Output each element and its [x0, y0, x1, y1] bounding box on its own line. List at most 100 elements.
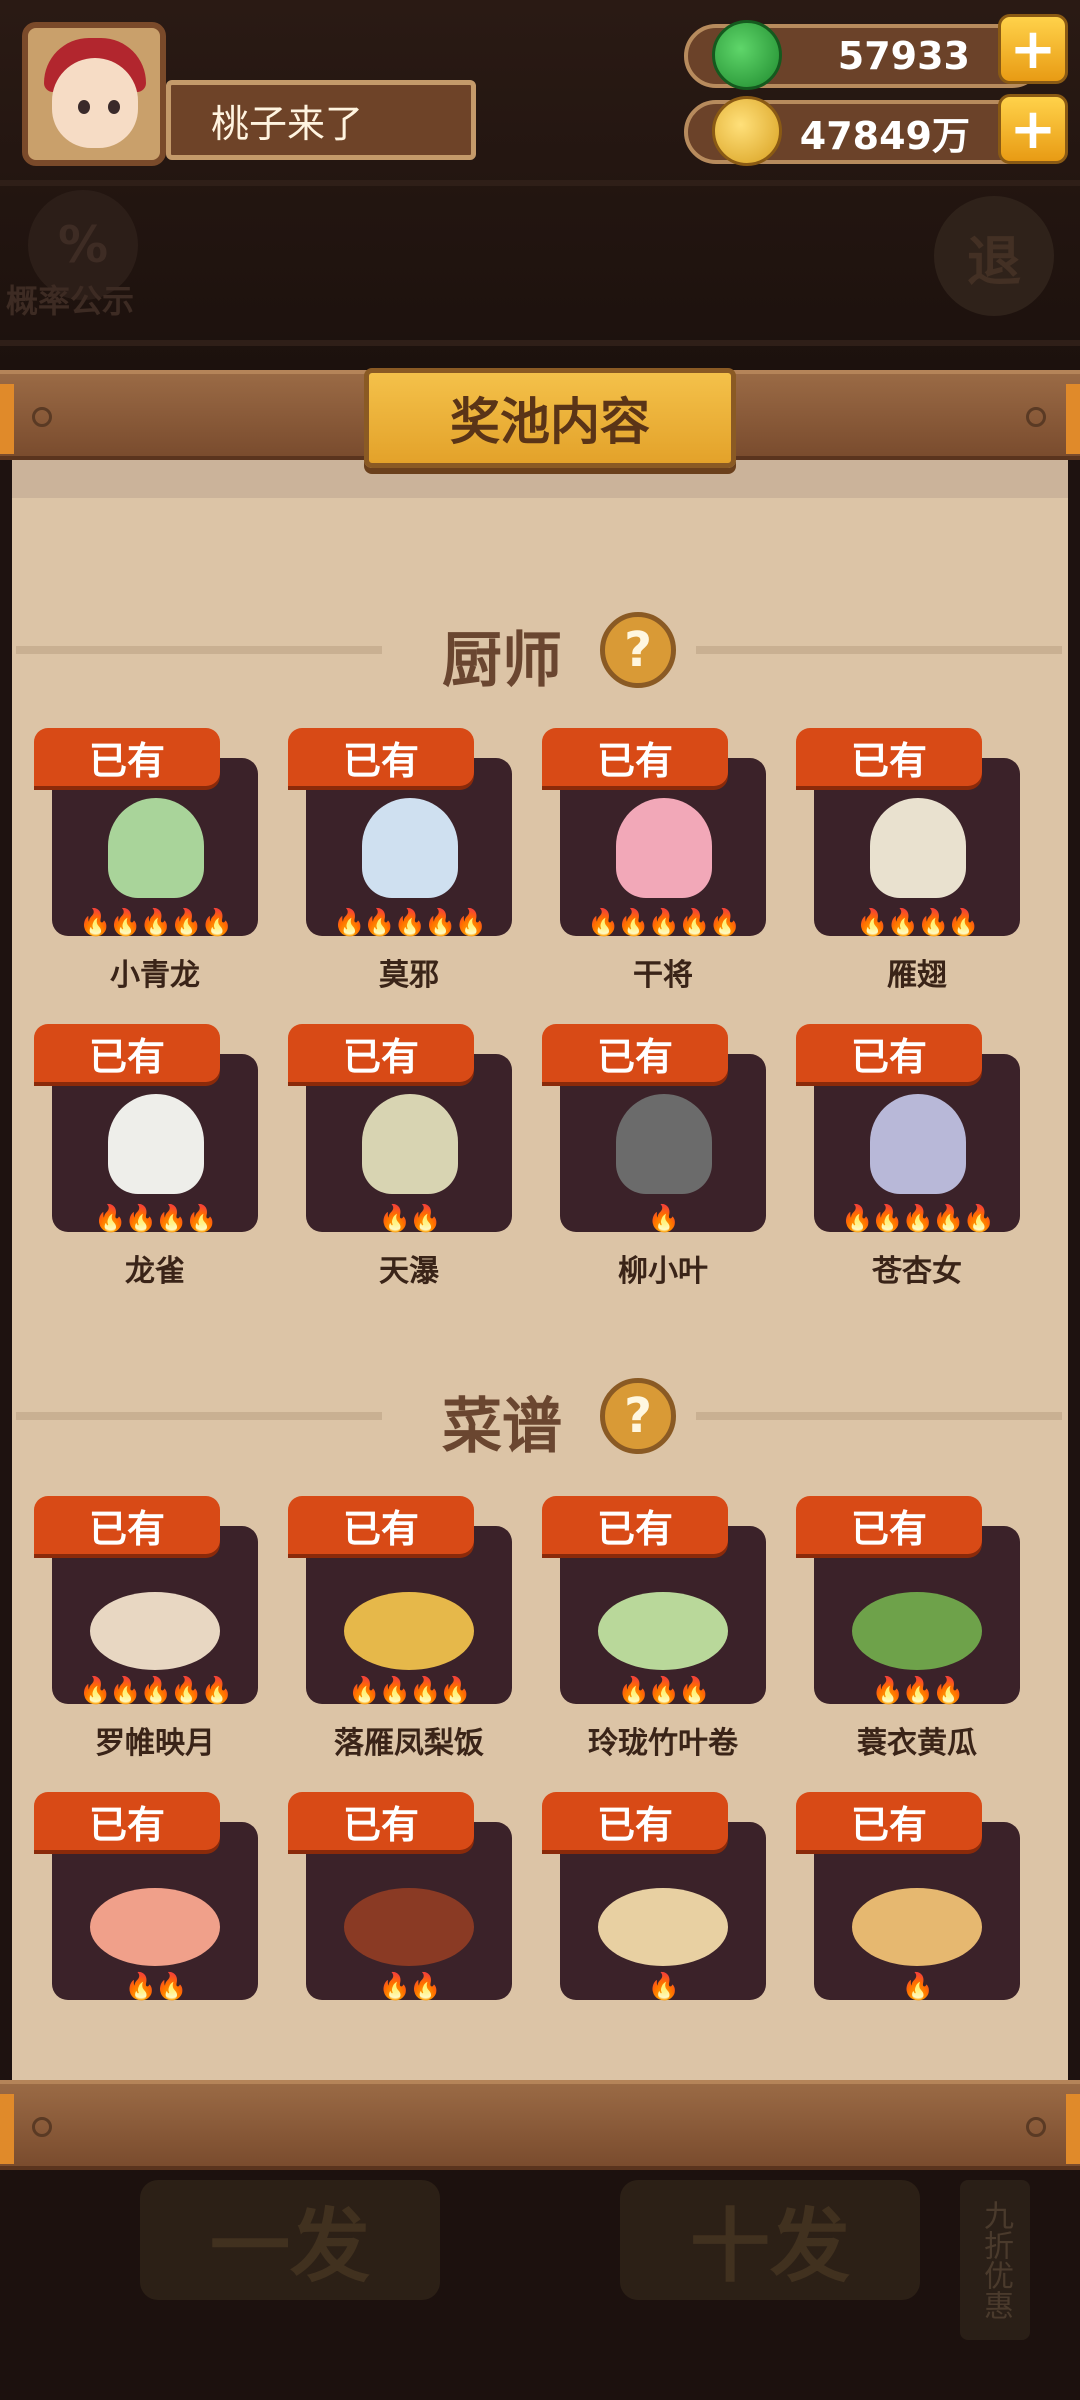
chef-portrait [108, 1094, 204, 1194]
chef-name: 天瀑 [379, 1254, 439, 1289]
nail-icon [32, 2117, 52, 2137]
probability-label: 概率公示 [6, 282, 135, 320]
add-jade-button[interactable]: + [998, 14, 1068, 84]
rarity-flames-icon: 🔥 [647, 1972, 680, 2002]
chefs-section-title: 厨师 [442, 626, 562, 696]
rarity-flames-icon: 🔥🔥🔥🔥🔥 [841, 1204, 995, 1234]
background-rail [0, 340, 1080, 346]
recipe-card[interactable]: 🔥🔥 已有 [34, 1792, 258, 2004]
chef-card[interactable]: 🔥🔥🔥🔥🔥 已有小青龙 [34, 728, 258, 993]
rarity-flames-icon: 🔥🔥🔥🔥 [856, 908, 980, 938]
ten-draw-button: 十发 [620, 2180, 920, 2300]
recipe-card[interactable]: 🔥🔥🔥 已有玲珑竹叶卷 [542, 1496, 766, 1761]
owned-badge: 已有 [34, 1496, 220, 1554]
player-name: 桃子来了 [166, 80, 476, 160]
owned-badge: 已有 [542, 1496, 728, 1554]
divider-line [696, 646, 1062, 654]
rarity-flames-icon: 🔥🔥🔥🔥 [94, 1204, 218, 1234]
owned-badge: 已有 [288, 1024, 474, 1082]
owned-badge: 已有 [34, 728, 220, 786]
rarity-flames-icon: 🔥🔥🔥🔥🔥 [79, 908, 233, 938]
rarity-flames-icon: 🔥🔥🔥🔥🔥 [79, 1676, 233, 1706]
rarity-flames-icon: 🔥🔥 [124, 1972, 188, 2002]
owned-badge: 已有 [796, 728, 982, 786]
player-avatar[interactable] [22, 22, 166, 166]
bottom-beam [0, 2080, 1080, 2170]
chef-name: 小青龙 [110, 958, 200, 993]
chef-card[interactable]: 🔥 已有 柳小叶 [542, 1024, 766, 1289]
rarity-flames-icon: 🔥🔥🔥🔥🔥 [333, 908, 487, 938]
jade-coin-icon [712, 20, 782, 90]
dish-image [90, 1592, 220, 1670]
rarity-flames-icon: 🔥🔥 [378, 1972, 442, 2002]
chef-card[interactable]: 🔥🔥 已有天瀑 [288, 1024, 512, 1289]
rarity-flames-icon: 🔥🔥 [378, 1204, 442, 1234]
modal-title: 奖池内容 [364, 368, 736, 468]
avatar-face [52, 58, 138, 148]
chef-portrait [108, 798, 204, 898]
chef-card[interactable]: 🔥🔥🔥🔥🔥 已有 苍杏女 [796, 1024, 1020, 1289]
dish-image [852, 1888, 982, 1966]
recipes-section-title: 菜谱 [442, 1392, 562, 1462]
rarity-flames-icon: 🔥🔥🔥🔥 [348, 1676, 472, 1706]
chefs-help-icon[interactable]: ? [600, 612, 676, 688]
chef-card[interactable]: 🔥🔥🔥🔥🔥 已有 干将 [542, 728, 766, 993]
chef-portrait [870, 798, 966, 898]
recipe-card[interactable]: 🔥🔥 已有 [288, 1792, 512, 2004]
chef-portrait [362, 798, 458, 898]
jade-amount: 57933 [837, 34, 970, 78]
owned-badge: 已有 [796, 1792, 982, 1850]
chef-name: 苍杏女 [872, 1254, 962, 1289]
owned-badge: 已有 [796, 1496, 982, 1554]
recipe-card[interactable]: 🔥🔥🔥🔥 已有落雁凤梨饭 [288, 1496, 512, 1761]
dish-image [598, 1592, 728, 1670]
dish-image [852, 1592, 982, 1670]
rarity-flames-icon: 🔥🔥🔥 [617, 1676, 710, 1706]
chef-portrait [616, 798, 712, 898]
discount-label: 九折优惠 [960, 2180, 1030, 2340]
chef-name: 龙雀 [125, 1254, 185, 1289]
avatar-eye [78, 100, 90, 114]
background-rail [0, 180, 1080, 186]
rarity-flames-icon: 🔥🔥🔥🔥🔥 [587, 908, 741, 938]
single-draw-button: 一发 [140, 2180, 440, 2300]
gold-amount: 47849万 [799, 113, 970, 158]
divider-line [16, 646, 382, 654]
owned-badge: 已有 [34, 1792, 220, 1850]
owned-badge: 已有 [542, 1792, 728, 1850]
recipe-card[interactable]: 🔥🔥🔥🔥🔥 已有罗帷映月 [34, 1496, 258, 1761]
owned-badge: 已有 [542, 728, 728, 786]
recipe-card[interactable]: 🔥 已有 [796, 1792, 1020, 2004]
chefs-section-header: 厨师 ? [0, 604, 1080, 696]
beam-cap [1066, 2094, 1080, 2164]
recipe-name: 落雁凤梨饭 [334, 1726, 484, 1761]
nail-icon [1026, 2117, 1046, 2137]
chef-name: 莫邪 [379, 958, 439, 993]
rarity-flames-icon: 🔥 [647, 1204, 680, 1234]
recipe-name: 罗帷映月 [95, 1726, 215, 1761]
chef-portrait [362, 1094, 458, 1194]
chef-card[interactable]: 🔥🔥🔥🔥🔥 已有 莫邪 [288, 728, 512, 993]
chef-card[interactable]: 🔥🔥🔥🔥 已有 龙雀 [34, 1024, 258, 1289]
chef-portrait [870, 1094, 966, 1194]
chef-card[interactable]: 🔥🔥🔥🔥 已有雁翅 [796, 728, 1020, 993]
recipe-card[interactable]: 🔥🔥🔥 已有蓑衣黄瓜 [796, 1496, 1020, 1761]
owned-badge: 已有 [288, 1792, 474, 1850]
beam-cap [0, 384, 14, 454]
recipe-name: 蓑衣黄瓜 [857, 1726, 977, 1761]
divider-line [696, 1412, 1062, 1420]
beam-cap [1066, 384, 1080, 454]
dish-image [90, 1888, 220, 1966]
dish-image [598, 1888, 728, 1966]
dish-image [344, 1592, 474, 1670]
recipe-card[interactable]: 🔥 已有 [542, 1792, 766, 2004]
chef-name: 雁翅 [887, 958, 947, 993]
recipes-help-icon[interactable]: ? [600, 1378, 676, 1454]
add-gold-button[interactable]: + [998, 94, 1068, 164]
recipe-name: 玲珑竹叶卷 [588, 1726, 738, 1761]
owned-badge: 已有 [288, 1496, 474, 1554]
chef-portrait [616, 1094, 712, 1194]
nail-icon [1026, 407, 1046, 427]
rarity-flames-icon: 🔥 [901, 1972, 934, 2002]
rarity-flames-icon: 🔥🔥🔥 [871, 1676, 964, 1706]
